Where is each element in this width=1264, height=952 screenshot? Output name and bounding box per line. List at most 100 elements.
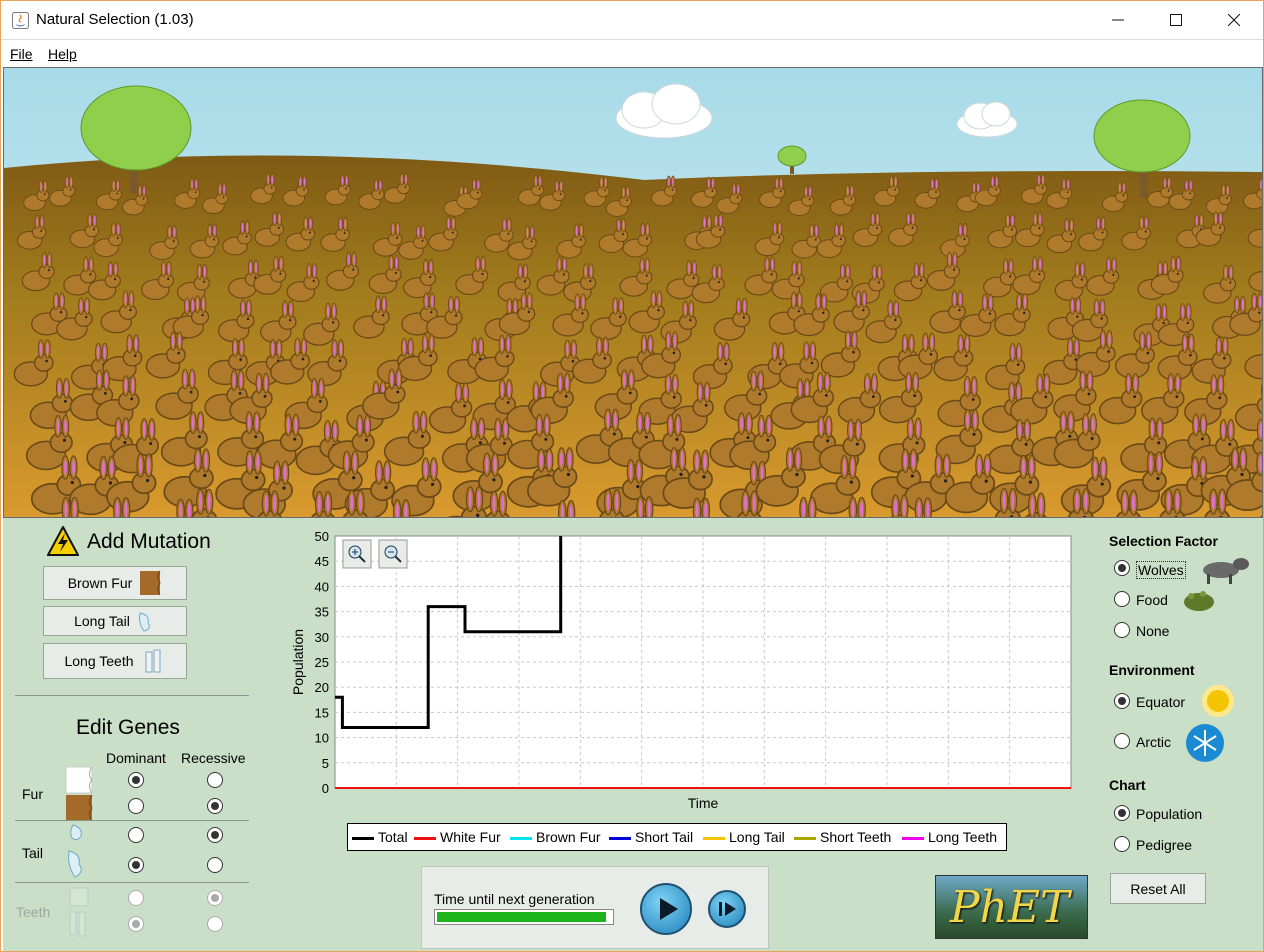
step-button[interactable] xyxy=(708,890,746,928)
wolf-icon xyxy=(1203,558,1249,584)
maximize-icon xyxy=(1170,14,1182,26)
y-tick-label: 50 xyxy=(315,529,329,544)
phet-logo-text: PhET xyxy=(950,882,1070,933)
dominant-header: Dominant xyxy=(106,750,166,766)
selection-wolves-label[interactable]: Wolves xyxy=(1136,561,1186,579)
generation-progress-bar xyxy=(434,909,614,925)
minimize-button[interactable] xyxy=(1089,1,1147,39)
environment-arctic-label[interactable]: Arctic xyxy=(1136,734,1171,750)
java-app-icon xyxy=(12,12,29,29)
snowflake-icon xyxy=(1186,724,1224,762)
edit-genes-title: Edit Genes xyxy=(76,716,180,739)
food-plant-icon xyxy=(1184,591,1214,611)
fur-white-recessive-radio[interactable] xyxy=(207,772,223,788)
teeth-short-dominant-radio xyxy=(128,890,144,906)
divider xyxy=(15,882,249,883)
maximize-button[interactable] xyxy=(1147,1,1205,39)
long-teeth-icon xyxy=(145,649,161,673)
long-tail-gene-icon xyxy=(68,850,82,878)
tail-short-dominant-radio[interactable] xyxy=(128,827,144,843)
y-tick-label: 20 xyxy=(315,680,329,695)
chart-pedigree-label[interactable]: Pedigree xyxy=(1136,837,1192,853)
window-title: Natural Selection (1.03) xyxy=(36,11,194,28)
scene-canvas xyxy=(4,68,1262,517)
title-bar: Natural Selection (1.03) xyxy=(1,1,1263,39)
teeth-short-recessive-radio xyxy=(207,890,223,906)
selection-none-label[interactable]: None xyxy=(1136,623,1169,639)
generation-timer-panel: Time until next generation xyxy=(421,866,769,949)
brown-fur-mutation-button[interactable]: Brown Fur xyxy=(43,566,187,600)
y-tick-label: 10 xyxy=(315,731,329,746)
long-tail-mutation-button[interactable]: Long Tail xyxy=(43,606,187,636)
population-chart: 50454035302520151050PopulationTime xyxy=(290,529,1072,811)
reset-all-button[interactable]: Reset All xyxy=(1110,873,1206,904)
step-forward-icon xyxy=(719,902,736,916)
environment-title: Environment xyxy=(1109,662,1195,678)
teeth-icon xyxy=(69,887,89,937)
y-tick-label: 45 xyxy=(315,554,329,569)
chart-population-label[interactable]: Population xyxy=(1136,806,1202,822)
bunny-habitat-scene xyxy=(3,67,1263,518)
legend-short-tail: Short Tail xyxy=(609,829,693,845)
menu-file[interactable]: File xyxy=(10,46,33,62)
legend-long-teeth: Long Teeth xyxy=(902,829,997,845)
teeth-gene-label: Teeth xyxy=(16,904,51,920)
y-tick-label: 30 xyxy=(315,630,329,645)
legend-short-teeth: Short Teeth xyxy=(794,829,891,845)
chart-legend: Total White Fur Brown Fur Short Tail Lon… xyxy=(347,823,1007,851)
tail-long-recessive-radio[interactable] xyxy=(207,857,223,873)
divider xyxy=(15,820,249,821)
divider xyxy=(15,695,249,696)
warning-icon xyxy=(47,526,79,556)
long-teeth-mutation-button[interactable]: Long Teeth xyxy=(43,643,187,679)
phet-logo[interactable]: PhET xyxy=(935,875,1088,939)
legend-brown-fur: Brown Fur xyxy=(510,829,601,845)
close-icon xyxy=(1228,14,1240,26)
teeth-long-dominant-radio xyxy=(128,916,144,932)
sun-icon xyxy=(1202,685,1234,717)
y-tick-label: 15 xyxy=(315,705,329,720)
fur-brown-dominant-radio[interactable] xyxy=(128,798,144,814)
y-axis-label: Population xyxy=(290,629,306,695)
environment-arctic-radio[interactable] xyxy=(1114,733,1130,749)
selection-none-radio[interactable] xyxy=(1114,622,1130,638)
legend-white-fur: White Fur xyxy=(414,829,501,845)
y-tick-label: 0 xyxy=(322,781,329,796)
legend-long-tail: Long Tail xyxy=(703,829,785,845)
play-icon xyxy=(660,898,678,920)
add-mutation-title: Add Mutation xyxy=(87,530,211,553)
fur-gene-label: Fur xyxy=(22,786,43,802)
menu-help[interactable]: Help xyxy=(48,46,77,62)
minimize-icon xyxy=(1112,19,1124,21)
environment-equator-radio[interactable] xyxy=(1114,693,1130,709)
chart-type-title: Chart xyxy=(1109,777,1146,793)
x-axis-label: Time xyxy=(688,795,719,811)
chart-pedigree-radio[interactable] xyxy=(1114,836,1130,852)
control-panel: Add Mutation Brown Fur Long Tail Long Te… xyxy=(3,518,1263,951)
fur-white-dominant-radio[interactable] xyxy=(128,772,144,788)
tail-long-dominant-radio[interactable] xyxy=(128,857,144,873)
recessive-header: Recessive xyxy=(181,750,246,766)
chart-population-radio[interactable] xyxy=(1114,805,1130,821)
tail-short-recessive-radio[interactable] xyxy=(207,827,223,843)
white-fur-icon xyxy=(65,766,93,794)
y-tick-label: 35 xyxy=(315,605,329,620)
generation-progress-fill xyxy=(437,912,606,922)
tail-gene-label: Tail xyxy=(22,845,44,861)
y-tick-label: 5 xyxy=(322,756,329,771)
y-tick-label: 25 xyxy=(315,655,329,670)
environment-equator-label[interactable]: Equator xyxy=(1136,694,1185,710)
legend-total: Total xyxy=(352,829,408,845)
selection-food-radio[interactable] xyxy=(1114,591,1130,607)
play-button[interactable] xyxy=(640,883,692,935)
app-window: Natural Selection (1.03) File Help Add M… xyxy=(0,0,1264,952)
teeth-long-recessive-radio xyxy=(207,916,223,932)
y-tick-label: 40 xyxy=(315,579,329,594)
fur-brown-recessive-radio[interactable] xyxy=(207,798,223,814)
short-tail-icon xyxy=(70,824,82,841)
selection-wolves-radio[interactable] xyxy=(1114,560,1130,576)
selection-food-label[interactable]: Food xyxy=(1136,592,1168,608)
menu-bar: File Help xyxy=(1,39,1263,66)
brown-fur-gene-icon xyxy=(66,794,93,822)
close-button[interactable] xyxy=(1205,1,1263,39)
